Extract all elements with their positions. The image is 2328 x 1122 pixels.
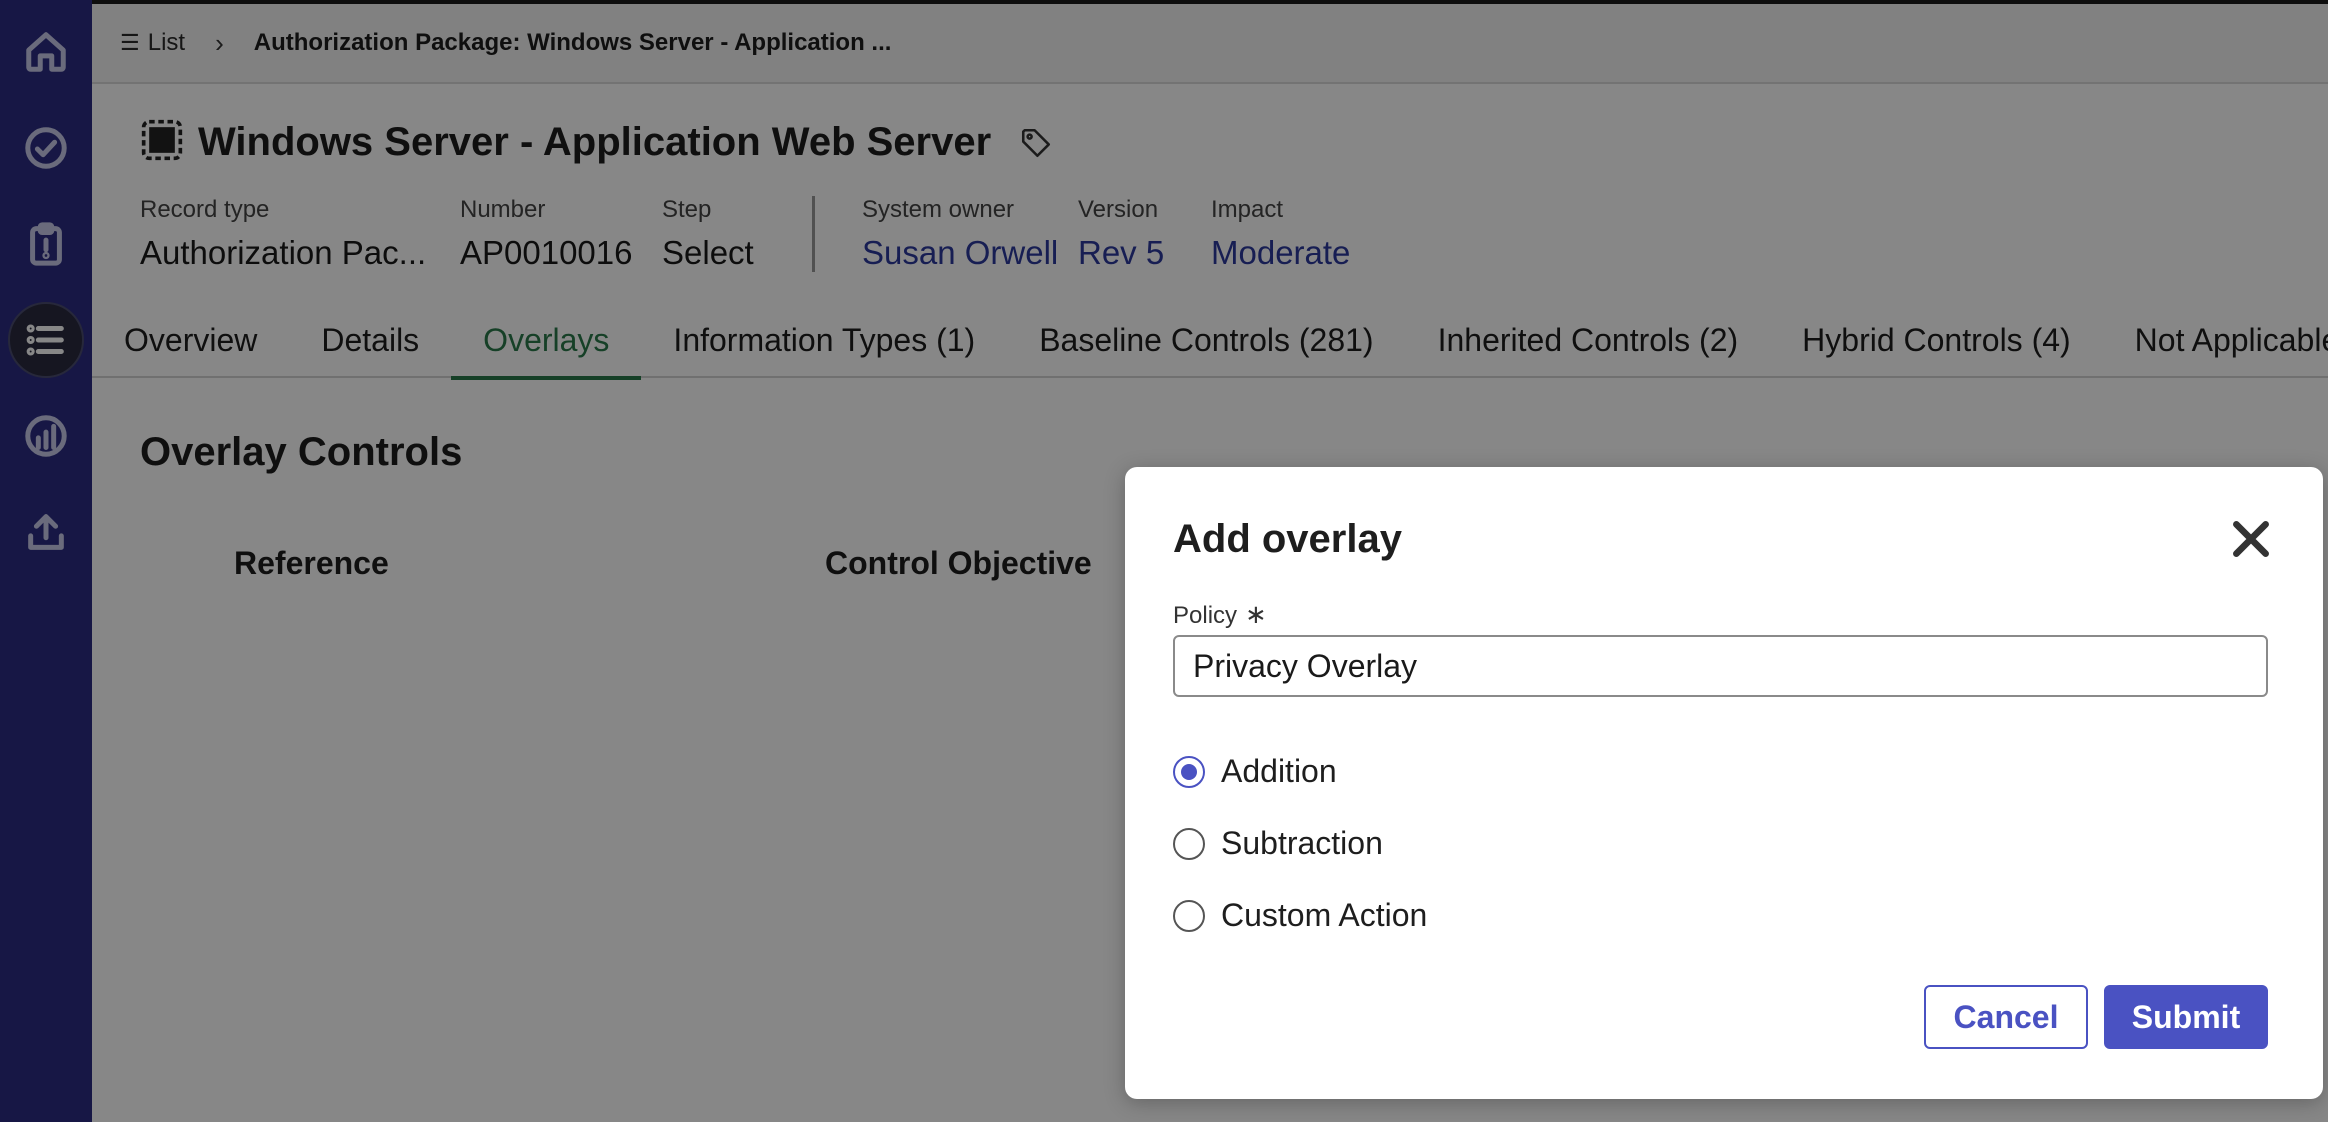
radio-option-custom-action[interactable]: Custom Action: [1173, 897, 1427, 934]
radio-selected-dot: [1181, 763, 1197, 780]
radio-option-addition[interactable]: Addition: [1173, 753, 1337, 790]
radio-button[interactable]: [1173, 755, 1205, 788]
policy-field-label: Policy ∗: [1173, 599, 1267, 630]
radio-label: Addition: [1221, 753, 1337, 789]
radio-button[interactable]: [1173, 899, 1205, 932]
radio-label: Custom Action: [1221, 897, 1428, 933]
radio-button[interactable]: [1173, 827, 1205, 860]
close-icon: [2233, 521, 2269, 557]
submit-button[interactable]: Submit: [2104, 985, 2268, 1049]
policy-label-text: Policy: [1173, 602, 1238, 629]
radio-option-subtraction[interactable]: Subtraction: [1173, 825, 1383, 862]
required-indicator: ∗: [1245, 599, 1267, 629]
close-button[interactable]: [2229, 517, 2273, 561]
radio-label: Subtraction: [1221, 825, 1383, 861]
dialog-title: Add overlay: [1173, 517, 1402, 561]
add-overlay-dialog: Add overlay Policy ∗ Addition Subtraction…: [1125, 467, 2323, 1099]
cancel-button[interactable]: Cancel: [1924, 985, 2088, 1049]
policy-input[interactable]: [1173, 635, 2268, 697]
